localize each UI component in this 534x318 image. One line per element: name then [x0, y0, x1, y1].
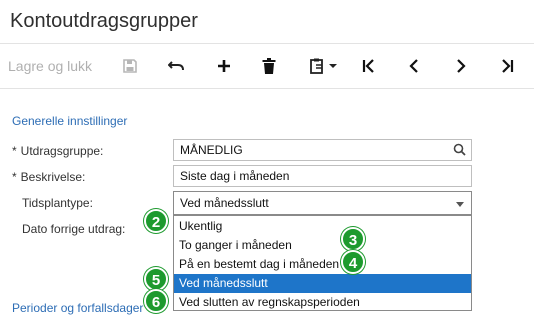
- dropdown-list: Ukentlig To ganger i måneden På en beste…: [173, 215, 472, 311]
- first-icon[interactable]: [360, 54, 378, 78]
- add-icon[interactable]: [215, 54, 233, 78]
- save-icon[interactable]: [121, 54, 139, 78]
- delete-icon[interactable]: [260, 54, 278, 78]
- step-badge-4: 4: [341, 250, 365, 274]
- schedule-type-dropdown[interactable]: Ved månedsslutt: [173, 191, 472, 215]
- step-badge-2: 2: [144, 209, 168, 233]
- search-icon[interactable]: [453, 143, 466, 159]
- next-icon[interactable]: [452, 54, 470, 78]
- step-badge-3: 3: [341, 227, 365, 251]
- option-twice-monthly[interactable]: To ganger i måneden: [174, 236, 471, 255]
- statement-group-label: * Utdragsgruppe:: [12, 144, 104, 158]
- schedule-type-value: Ved månedsslutt: [180, 196, 269, 210]
- schedule-type-label: Tidsplantype:: [22, 196, 93, 210]
- required-marker: *: [12, 170, 17, 184]
- statement-group-value: MÅNEDLIG: [180, 143, 243, 157]
- option-month-end[interactable]: Ved månedsslutt: [174, 274, 471, 293]
- chevron-down-icon[interactable]: [456, 202, 464, 207]
- required-marker: *: [12, 144, 17, 158]
- description-field[interactable]: Siste dag i måneden: [173, 165, 472, 187]
- toolbar-divider: [0, 88, 534, 89]
- step-badge-6: 6: [144, 289, 168, 313]
- clipboard-icon[interactable]: [308, 54, 342, 78]
- last-icon[interactable]: [498, 54, 516, 78]
- section-periods[interactable]: Perioder og forfallsdager: [12, 301, 143, 315]
- page-title: Kontoutdragsgrupper: [10, 10, 198, 32]
- previous-icon[interactable]: [405, 54, 423, 78]
- last-statement-date-label: Dato forrige utdrag:: [22, 222, 126, 236]
- toolbar: Lagre og lukk: [0, 44, 534, 88]
- option-period-end[interactable]: Ved slutten av regnskapsperioden: [174, 293, 471, 312]
- undo-icon[interactable]: [168, 54, 186, 78]
- section-general[interactable]: Generelle innstillinger: [12, 114, 127, 128]
- description-value: Siste dag i måneden: [180, 169, 290, 183]
- save-close-button[interactable]: Lagre og lukk: [8, 58, 92, 74]
- step-badge-5: 5: [144, 267, 168, 291]
- statement-group-field[interactable]: MÅNEDLIG: [173, 139, 472, 161]
- option-weekly[interactable]: Ukentlig: [174, 217, 471, 236]
- option-specific-day[interactable]: På en bestemt dag i måneden: [174, 255, 471, 274]
- description-label: * Beskrivelse:: [12, 170, 86, 184]
